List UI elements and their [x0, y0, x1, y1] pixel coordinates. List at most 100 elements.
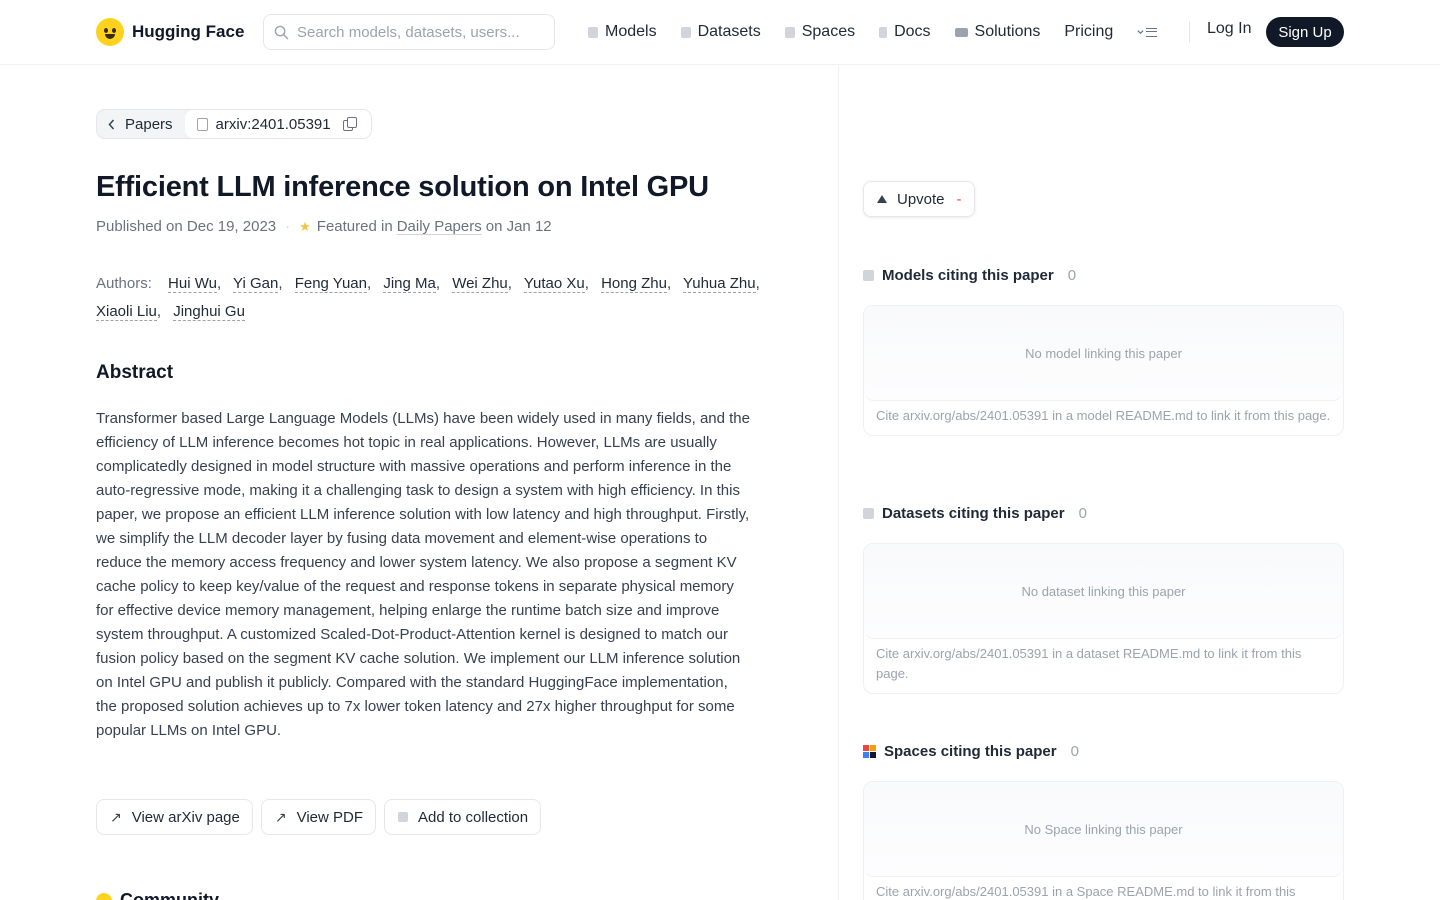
- upvote-arrow-icon: [877, 195, 887, 203]
- community-heading: Community: [120, 890, 219, 900]
- nav-label: Pricing: [1064, 23, 1114, 40]
- community-section: Community: [96, 890, 219, 900]
- nav-label: Docs: [894, 23, 931, 40]
- models-icon: [863, 270, 874, 281]
- search-input[interactable]: [297, 23, 537, 41]
- datasets-icon: [863, 508, 874, 519]
- nav-models[interactable]: Models: [588, 23, 657, 41]
- author-link[interactable]: Hong Zhu: [601, 275, 667, 293]
- paper-meta: Published on Dec 19, 2023 · ★ Featured i…: [96, 218, 552, 235]
- models-citing-heading: Models citing this paper 0: [863, 267, 1076, 284]
- author-link[interactable]: Feng Yuan: [294, 275, 367, 293]
- author-link[interactable]: Xiaoli Liu: [96, 303, 157, 321]
- cite-instructions: Cite arxiv.org/abs/2401.05391 in a datas…: [876, 646, 1302, 681]
- spaces-icon: [784, 26, 795, 38]
- section-title: Spaces citing this paper: [884, 743, 1057, 760]
- models-citing-card: No model linking this paper Cite arxiv.o…: [863, 305, 1344, 436]
- cite-instructions: Cite arxiv.org/abs/2401.05391 in a model…: [876, 408, 1331, 423]
- star-icon: ★: [299, 218, 311, 234]
- author-link[interactable]: Jing Ma: [383, 275, 436, 293]
- brand-name: Hugging Face: [132, 22, 245, 41]
- author-link[interactable]: Yutao Xu: [523, 275, 585, 293]
- nav-pricing[interactable]: Pricing: [1064, 23, 1113, 41]
- section-title: Datasets citing this paper: [882, 505, 1065, 522]
- nav-datasets[interactable]: Datasets: [680, 23, 761, 41]
- author-link[interactable]: Jinghui Gu: [173, 303, 245, 321]
- paper-title: Efficient LLM inference solution on Inte…: [96, 171, 709, 203]
- paper-id-chip: arxiv:2401.05391: [184, 110, 371, 138]
- breadcrumb-papers-label: Papers: [125, 115, 173, 133]
- external-link-icon: ↗: [274, 808, 287, 825]
- abstract-text: Transformer based Large Language Models …: [96, 410, 750, 739]
- search-icon: [274, 25, 289, 39]
- button-label: Add to collection: [418, 808, 529, 826]
- brand-link[interactable]: Hugging Face: [96, 17, 244, 47]
- upvote-label: Upvote: [897, 190, 945, 208]
- spaces-icon: [863, 745, 876, 758]
- datasets-icon: [680, 26, 691, 38]
- external-link-icon: ↗: [110, 808, 122, 825]
- author-link[interactable]: Yi Gan: [233, 275, 279, 293]
- nav-label: Datasets: [697, 23, 761, 40]
- docs-icon: [879, 26, 888, 38]
- spaces-citing-heading: Spaces citing this paper 0: [863, 743, 1079, 760]
- login-link[interactable]: Log In: [1207, 20, 1251, 38]
- author-link[interactable]: Wei Zhu: [452, 275, 508, 293]
- hugging-face-logo-icon: [96, 18, 124, 46]
- document-icon: [196, 117, 208, 131]
- chevron-down-icon: [1137, 30, 1144, 35]
- solutions-icon: [954, 27, 968, 37]
- nav-spaces[interactable]: Spaces: [784, 23, 856, 41]
- abstract-heading: Abstract: [96, 362, 174, 383]
- section-count: 0: [1078, 505, 1087, 522]
- nav-label: Spaces: [801, 23, 856, 40]
- empty-state: No dataset linking this paper: [864, 544, 1343, 639]
- featured-suffix: on Jan 12: [485, 218, 552, 235]
- section-count: 0: [1067, 267, 1077, 284]
- nav-solutions[interactable]: Solutions: [954, 23, 1041, 41]
- models-icon: [588, 26, 598, 38]
- authors-label: Authors:: [96, 275, 152, 292]
- main-nav: Models Datasets Spaces Docs Solutions Pr…: [588, 20, 1158, 44]
- featured-prefix: Featured in: [316, 218, 393, 235]
- view-pdf-button[interactable]: ↗ View PDF: [260, 799, 377, 835]
- upvote-count: -: [956, 190, 962, 208]
- view-arxiv-button[interactable]: ↗ View arXiv page: [96, 799, 253, 835]
- spaces-citing-card: No Space linking this paper Cite arxiv.o…: [863, 781, 1344, 900]
- add-to-collection-button[interactable]: Add to collection: [384, 799, 542, 835]
- datasets-citing-card: No dataset linking this paper Cite arxiv…: [863, 543, 1344, 694]
- paper-id: arxiv:2401.05391: [215, 115, 331, 133]
- nav-docs[interactable]: Docs: [879, 23, 931, 41]
- nav-divider: [1189, 21, 1190, 43]
- empty-state: No model linking this paper: [864, 306, 1343, 401]
- breadcrumb: Papers arxiv:2401.05391: [96, 109, 372, 139]
- meta-separator: ·: [285, 218, 291, 235]
- paper-actions: ↗ View arXiv page ↗ View PDF Add to coll…: [96, 799, 542, 835]
- author-link[interactable]: Hui Wu: [168, 275, 217, 293]
- chevron-left-icon: [108, 119, 115, 129]
- search-box[interactable]: [263, 14, 555, 50]
- collection-icon: [398, 812, 409, 822]
- top-navbar: Hugging Face Models Datasets Spaces Docs…: [0, 0, 1440, 65]
- cite-instructions: Cite arxiv.org/abs/2401.05391 in a Space…: [876, 884, 1296, 899]
- column-divider: [838, 65, 839, 900]
- nav-more-menu[interactable]: [1137, 27, 1158, 37]
- daily-papers-link[interactable]: Daily Papers: [397, 218, 482, 235]
- back-to-papers-link[interactable]: Papers: [97, 110, 185, 138]
- authors-list: Authors: Hui Wu, Yi Gan, Feng Yuan, Jing…: [96, 275, 760, 321]
- nav-label: Models: [605, 23, 657, 40]
- section-count: 0: [1070, 743, 1079, 760]
- section-title: Models citing this paper: [882, 267, 1054, 284]
- author-link[interactable]: Yuhua Zhu: [683, 275, 756, 293]
- published-date: Published on Dec 19, 2023: [96, 218, 277, 235]
- empty-state: No Space linking this paper: [864, 782, 1343, 877]
- nav-label: Solutions: [974, 23, 1041, 40]
- community-icon: [96, 892, 112, 900]
- datasets-citing-heading: Datasets citing this paper 0: [863, 505, 1087, 522]
- button-label: View PDF: [296, 808, 364, 826]
- menu-lines-icon: [1146, 27, 1158, 37]
- copy-icon[interactable]: [342, 117, 357, 131]
- upvote-button[interactable]: Upvote -: [863, 181, 975, 217]
- button-label: View arXiv page: [131, 808, 240, 826]
- signup-button[interactable]: Sign Up: [1266, 17, 1344, 47]
